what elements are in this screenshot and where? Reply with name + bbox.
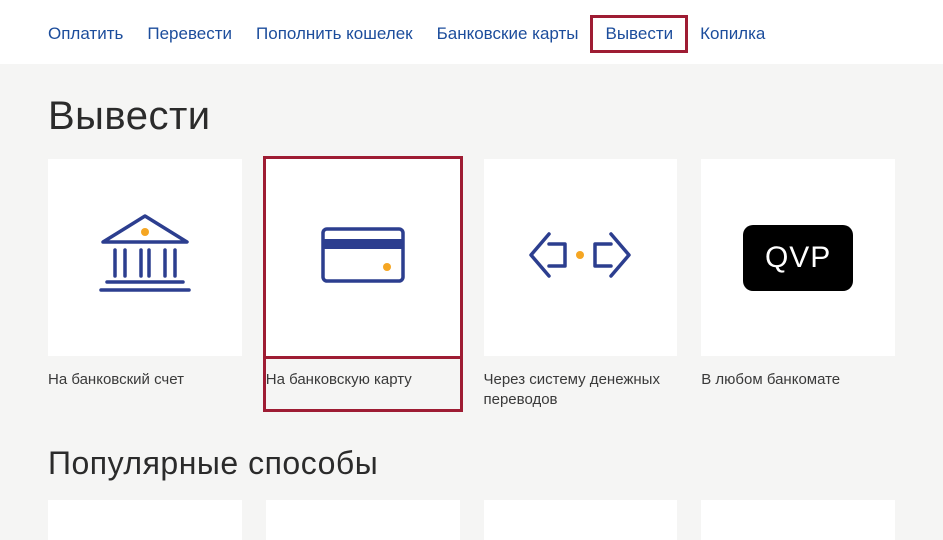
page-title: Вывести bbox=[48, 94, 895, 139]
top-nav: Оплатить Перевести Пополнить кошелек Бан… bbox=[0, 0, 943, 64]
transfer-arrows-icon bbox=[525, 228, 635, 287]
withdraw-options: На банковский счет На банковскую карту bbox=[48, 159, 895, 409]
qvp-icon: QVP bbox=[743, 225, 853, 291]
option-label: На банковскую карту bbox=[266, 370, 460, 390]
nav-withdraw[interactable]: Вывести bbox=[590, 15, 688, 53]
card-icon bbox=[321, 227, 405, 288]
popular-methods bbox=[48, 500, 895, 540]
option-bank-card[interactable]: На банковскую карту bbox=[266, 159, 460, 409]
nav-cards[interactable]: Банковские карты bbox=[437, 24, 579, 44]
popular-card[interactable] bbox=[484, 500, 678, 540]
option-label: В любом банкомате bbox=[701, 370, 895, 390]
popular-title: Популярные способы bbox=[48, 445, 895, 482]
popular-card[interactable] bbox=[266, 500, 460, 540]
popular-card[interactable] bbox=[701, 500, 895, 540]
bank-icon bbox=[99, 212, 191, 303]
option-label: Через систему денежных переводов bbox=[484, 370, 678, 409]
nav-topup[interactable]: Пополнить кошелек bbox=[256, 24, 413, 44]
popular-card[interactable] bbox=[48, 500, 242, 540]
option-bank-account[interactable]: На банковский счет bbox=[48, 159, 242, 409]
option-money-transfer[interactable]: Через систему денежных переводов bbox=[484, 159, 678, 409]
nav-transfer[interactable]: Перевести bbox=[147, 24, 232, 44]
nav-piggybank[interactable]: Копилка bbox=[700, 24, 765, 44]
option-atm[interactable]: QVP В любом банкомате bbox=[701, 159, 895, 409]
nav-pay[interactable]: Оплатить bbox=[48, 24, 123, 44]
option-label: На банковский счет bbox=[48, 370, 242, 390]
